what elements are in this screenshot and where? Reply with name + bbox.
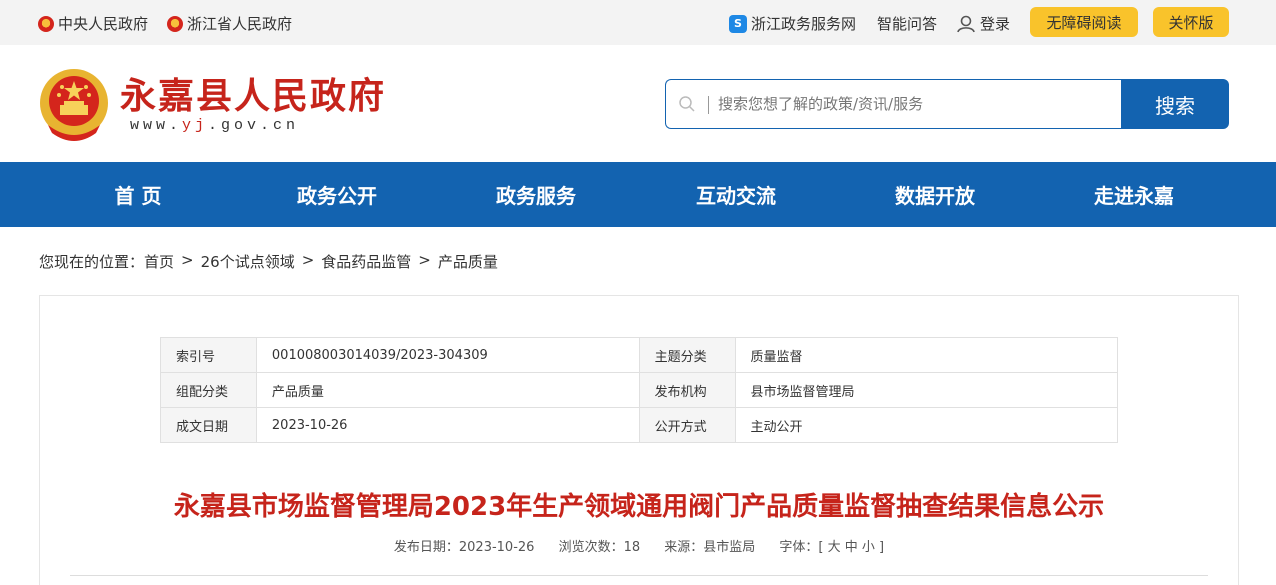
table-row: 索引号 001008003014039/2023-304309 主题分类 质量监… [160,337,1119,373]
login-label: 登录 [980,15,1011,33]
login-link[interactable]: 登录 [956,13,1010,34]
nav-item-open-data[interactable]: 数据开放 [885,162,985,227]
user-icon [957,15,975,32]
zj-service-label: 浙江政务服务网 [751,15,857,33]
divider [70,575,1208,576]
meta-key: 成文日期 [160,407,257,443]
nav-item-about-yongjia[interactable]: 走进永嘉 [1084,162,1184,227]
table-row: 成文日期 2023-10-26 公开方式 主动公开 [160,407,1119,443]
breadcrumb-separator: > [181,251,194,269]
site-url: www.yj.gov.cn [130,117,300,134]
zhejiang-gov-link[interactable]: 浙江省人民政府 [167,13,292,34]
meta-key: 主题分类 [638,337,736,373]
article-meta: 发布日期：2023-10-26 浏览次数：18 来源：县市监局 字体：[ 大 中… [40,536,1238,555]
meta-value: 主动公开 [734,407,1119,443]
nav-item-gov-services[interactable]: 政务服务 [486,162,586,227]
breadcrumb-item-food-drug[interactable]: 食品药品监管 [321,251,411,272]
meta-value: 质量监督 [734,337,1119,373]
breadcrumb-item-product-quality[interactable]: 产品质量 [438,251,498,272]
breadcrumb-separator: > [301,251,315,269]
search-separator [708,96,709,114]
nav-item-gov-affairs[interactable]: 政务公开 [287,162,387,227]
search-button[interactable]: 搜索 [1121,79,1229,129]
site-title: 永嘉县人民政府 [120,75,387,117]
top-bar: 中央人民政府 浙江省人民政府 S 浙江政务服务网 智能问答 登录 无障碍阅读 关… [0,0,1276,45]
accessibility-button[interactable]: 无障碍阅读 [1030,7,1138,37]
nav-item-interaction[interactable]: 互动交流 [686,162,786,227]
table-row: 组配分类 产品质量 发布机构 县市场监督管理局 [160,372,1119,408]
meta-value: 产品质量 [255,372,640,408]
meta-value: 县市场监督管理局 [734,372,1119,408]
breadcrumb-item-pilot-areas[interactable]: 26个试点领域 [201,251,295,272]
meta-key: 索引号 [160,337,257,373]
meta-value: 001008003014039/2023-304309 [255,337,640,373]
search-box [665,79,1123,129]
central-gov-link[interactable]: 中央人民政府 [38,13,148,34]
breadcrumb-prefix: 您现在的位置： [39,253,145,271]
zj-service-link[interactable]: S 浙江政务服务网 [729,13,856,34]
national-emblem-icon [38,15,54,32]
zj-service-icon: S [729,14,747,33]
font-size-control[interactable]: 字体：[ 大 中 小 ] [779,540,884,555]
content-panel: 索引号 001008003014039/2023-304309 主题分类 质量监… [39,295,1239,585]
care-mode-button[interactable]: 关怀版 [1153,7,1229,37]
meta-value: 2023-10-26 [255,407,640,443]
meta-key: 组配分类 [160,372,257,408]
article-title: 永嘉县市场监督管理局2023年生产领域通用阀门产品质量监督抽查结果信息公示 [173,492,1105,522]
metadata-table: 索引号 001008003014039/2023-304309 主题分类 质量监… [160,337,1119,443]
main-nav: 首 页 政务公开 政务服务 互动交流 数据开放 走进永嘉 [0,162,1276,227]
breadcrumb: 您现在的位置： 首页 > 26个试点领域 > 食品药品监管 > 产品质量 [39,251,498,272]
smart-qa-label: 智能问答 [877,15,938,33]
smart-qa-link[interactable]: 智能问答 [877,13,937,34]
national-emblem-icon [167,15,183,32]
meta-key: 公开方式 [638,407,736,443]
search-input[interactable] [718,90,1108,118]
site-header: 永嘉县人民政府 www.yj.gov.cn 搜索 [0,45,1276,162]
zhejiang-gov-label: 浙江省人民政府 [187,15,293,33]
search-icon [679,96,695,112]
view-count: 浏览次数：18 [558,540,641,555]
article-source: 来源：县市监局 [664,540,756,555]
national-emblem-logo [40,69,108,141]
publish-date: 发布日期：2023-10-26 [393,540,535,555]
breadcrumb-separator: > [418,251,431,269]
meta-key: 发布机构 [638,372,736,408]
breadcrumb-item-home[interactable]: 首页 [144,251,174,272]
nav-item-home[interactable]: 首 页 [96,162,180,227]
central-gov-label: 中央人民政府 [58,15,149,33]
